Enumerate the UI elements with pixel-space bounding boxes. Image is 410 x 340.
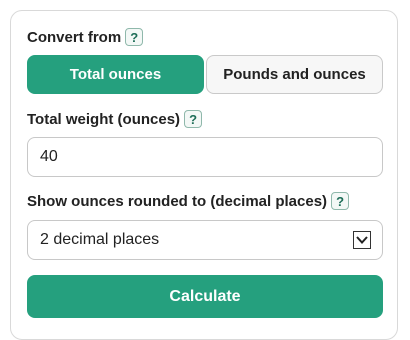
total-weight-help-icon[interactable]: ? — [184, 110, 203, 128]
rounding-row: Show ounces rounded to (decimal places) … — [27, 192, 350, 210]
rounding-label: Show ounces rounded to (decimal places) — [27, 192, 328, 210]
total-weight-input[interactable] — [40, 148, 360, 166]
rounding-select[interactable]: 2 decimal places — [27, 220, 383, 260]
chevron-down-icon[interactable] — [353, 231, 371, 249]
rounding-selected-value: 2 decimal places — [40, 231, 160, 248]
convert-from-toggle: Total ounces Pounds and ounces — [27, 55, 383, 94]
total-weight-row: Total weight (ounces) ? — [27, 110, 203, 128]
calculate-button[interactable]: Calculate — [27, 275, 383, 318]
total-weight-field[interactable] — [27, 137, 383, 177]
rounding-help-icon[interactable]: ? — [331, 192, 350, 210]
convert-from-row: Convert from ? — [27, 28, 144, 46]
total-ounces-button[interactable]: Total ounces — [27, 55, 204, 94]
convert-from-help-icon[interactable]: ? — [125, 28, 144, 46]
pounds-and-ounces-button[interactable]: Pounds and ounces — [206, 55, 383, 94]
total-weight-label: Total weight (ounces) — [27, 110, 181, 128]
convert-from-label: Convert from — [27, 28, 122, 46]
